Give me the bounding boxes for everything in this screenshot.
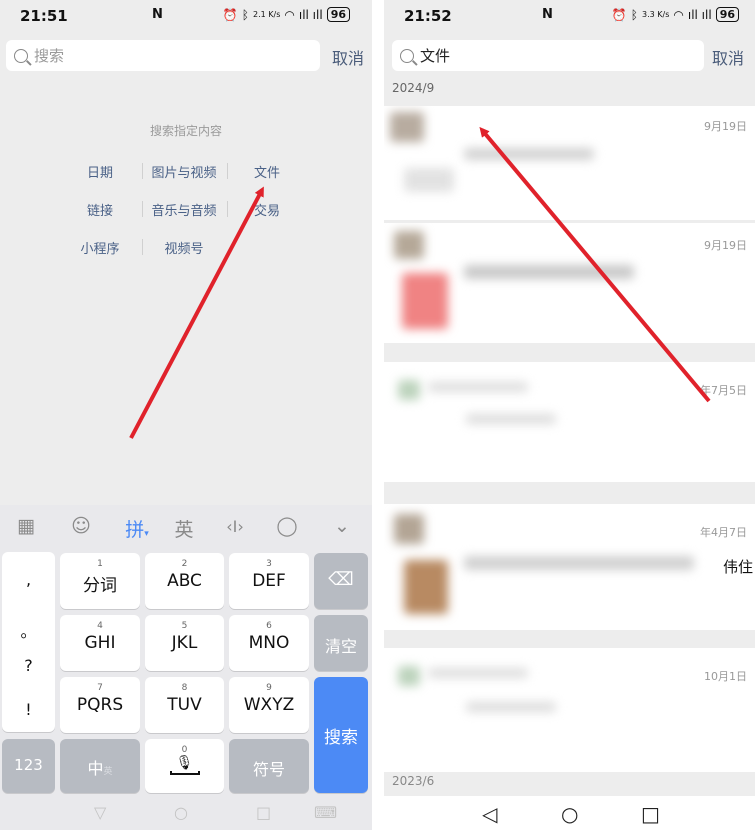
arrow-to-files-filter bbox=[129, 186, 264, 439]
annotation-overlay bbox=[129, 126, 711, 439]
arrow-to-file-result bbox=[479, 126, 711, 403]
